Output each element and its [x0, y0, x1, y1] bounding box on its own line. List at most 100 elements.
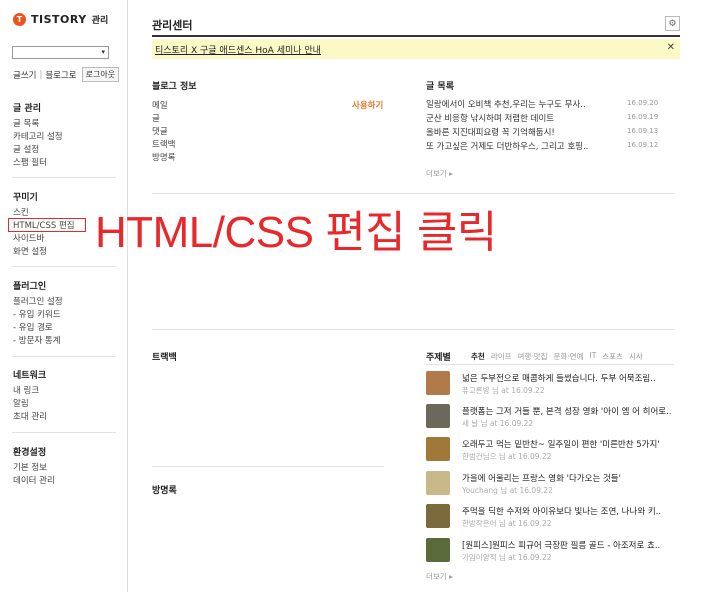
feed-thumbnail[interactable]	[426, 371, 450, 395]
theme-feed-item[interactable]: 주먹을 딕한 수저와 아이유보다 빛나는 조연, 나나와 키.. 한방작은어 님…	[426, 504, 686, 532]
post-title[interactable]: 올바른 지진대피요령 꼭 기억해둡시!	[426, 126, 606, 138]
menu-item-post-settings[interactable]: 글 설정	[13, 144, 123, 157]
feed-meta: 가임이양적 님 at 16.09.22	[462, 553, 552, 562]
post-date: 16.09.13	[627, 127, 659, 135]
menu-item-spam-filter[interactable]: 스팸 필터	[13, 157, 123, 170]
tab-current[interactable]: 시사	[629, 351, 643, 362]
post-item[interactable]: 군산 비응항 낚시하며 저렴한 데이트 16.09.19	[426, 112, 680, 125]
post-title[interactable]: 군산 비응항 낚시하며 저렴한 데이트	[426, 112, 606, 124]
menu-item-invites[interactable]: 초대 관리	[13, 411, 123, 424]
stat-mail: 메일	[152, 101, 168, 111]
header-divider	[152, 35, 680, 37]
menu-title-network: 네트워크	[13, 371, 47, 381]
posts-more-link[interactable]: 더보기 ▸	[426, 168, 453, 179]
theme-feed-item[interactable]: 넓은 두부전으로 매콤하게 들썼습니다. 두부 어묵조림.. 퓨고른방 님 at…	[426, 371, 686, 399]
post-item[interactable]: 또 가고싶은 거제도 더반하우스, 그리고 호핑.. 16.09.12	[426, 140, 680, 153]
write-link[interactable]: 글쓰기	[13, 69, 36, 81]
post-list-title: 글 목록	[426, 82, 454, 92]
post-title[interactable]: 또 가고싶은 거제도 더반하우스, 그리고 호핑..	[426, 140, 606, 152]
feed-meta: 한범건님으 님 at 16.09.22	[462, 452, 552, 461]
close-icon[interactable]: ✕	[667, 42, 675, 53]
theme-feed-item[interactable]: [원피스]원피스 피규어 극장판 필름 골드 - 아조저로 쵸.. 가임이양적 …	[426, 538, 686, 566]
tab-life[interactable]: 라이프	[491, 351, 512, 362]
tab-recommend[interactable]: 추천	[471, 351, 485, 362]
section-divider	[426, 364, 674, 365]
feed-title[interactable]: 플랫폼는 그저 거들 뿐, 본격 성장 영화 '아이 엠 어 히어로..	[462, 405, 684, 417]
menu-item-post-list[interactable]: 글 목록	[13, 118, 123, 131]
post-item[interactable]: 일랑에서이 오비책 추천,우리는 누구도 무사.. 16.09.20	[426, 98, 680, 111]
theme-feed-item[interactable]: 가을에 어울리는 프랑스 영화 '다가오는 것들' Youchang 님 at …	[426, 471, 686, 499]
post-title[interactable]: 일랑에서이 오비책 추천,우리는 누구도 무사..	[426, 98, 606, 110]
menu-item-plugin-settings[interactable]: 플러그인 설정	[13, 296, 123, 309]
feed-thumbnail[interactable]	[426, 504, 450, 528]
highlight-box	[8, 218, 86, 232]
feed-title[interactable]: 넓은 두부전으로 매콤하게 들썼습니다. 두부 어묵조림..	[462, 372, 684, 384]
menu-title-posts: 글 관리	[13, 104, 41, 114]
menu-group-settings: 환경설정 기본 정보 데이터 관리	[13, 445, 123, 488]
link-separator: |	[39, 69, 43, 80]
menu-item-inflow-paths[interactable]: - 유입 경로	[13, 322, 123, 335]
themes-title: 주제별	[426, 353, 451, 363]
gear-icon[interactable]: ⚙	[665, 16, 680, 31]
stat-comments: 댓글	[152, 127, 168, 137]
logout-button[interactable]: 로그아웃	[81, 67, 120, 82]
feed-thumbnail[interactable]	[426, 404, 450, 428]
feed-thumbnail[interactable]	[426, 471, 450, 495]
usage-link[interactable]: 사용하기	[352, 99, 383, 111]
menu-item-inflow-keywords[interactable]: - 유입 키워드	[13, 309, 123, 322]
sidebar: T TISTORY 관리 ▾ 글쓰기 | 블로그로 로그아웃 글 관리 글 목록…	[0, 0, 128, 592]
post-date: 16.09.19	[627, 113, 659, 121]
sidebar-quick-links: 글쓰기 | 블로그로 로그아웃	[13, 67, 120, 82]
menu-item-data-management[interactable]: 데이터 관리	[13, 475, 123, 488]
feed-title[interactable]: 오래두고 먹는 밑반찬~ 일주일이 편한 '미른반찬 5가지'	[462, 438, 684, 450]
menu-item-category[interactable]: 카테고리 설정	[13, 131, 123, 144]
feed-thumbnail[interactable]	[426, 437, 450, 461]
to-blog-link[interactable]: 블로그로	[45, 69, 76, 81]
stat-guestbook: 방명록	[152, 153, 176, 163]
chevron-down-icon: ▾	[101, 48, 105, 56]
feed-meta: 퓨고른방 님 at 16.09.22	[462, 386, 545, 395]
feed-meta: 새 날 님 at 16.09.22	[462, 419, 534, 428]
section-divider	[152, 193, 674, 194]
menu-title-plugins: 플러그인	[13, 282, 47, 292]
logo-subtitle: 관리	[91, 16, 109, 26]
stat-trackbacks: 트랙백	[152, 140, 176, 150]
blog-info-title: 블로그 정보	[152, 82, 197, 92]
tistory-logo-icon: T	[13, 13, 26, 26]
sidebar-divider	[12, 266, 116, 267]
menu-group-posts: 글 관리 글 목록 카테고리 설정 글 설정 스팸 필터	[13, 101, 123, 170]
feed-meta: Youchang 님 at 16.09.22	[462, 486, 553, 495]
guestbook-title: 방명록	[152, 486, 177, 496]
tab-sports[interactable]: 스포츠	[602, 351, 623, 362]
notice-banner[interactable]: 티스토리 X 구글 애드센스 HoA 세미나 안내 ✕	[152, 39, 680, 59]
post-item[interactable]: 올바른 지진대피요령 꼭 기억해둡시! 16.09.13	[426, 126, 680, 139]
feed-title[interactable]: 주먹을 딕한 수저와 아이유보다 빛나는 조연, 나나와 키..	[462, 505, 684, 517]
feed-title[interactable]: [원피스]원피스 피규어 극장판 필름 골드 - 아조저로 쵸..	[462, 539, 684, 551]
menu-item-visitor-stats[interactable]: - 방문자 통계	[13, 335, 123, 348]
feed-meta: 한방작은어 님 at 16.09.22	[462, 519, 552, 528]
menu-group-plugins: 플러그인 플러그인 설정 - 유입 키워드 - 유입 경로 - 방문자 통계	[13, 279, 123, 348]
stat-posts: 글	[152, 114, 160, 124]
tab-travel[interactable]: 여행·맛집	[518, 351, 548, 362]
logo-text: TISTORY	[31, 13, 87, 26]
menu-item-basic-info[interactable]: 기본 정보	[13, 462, 123, 475]
menu-group-network: 네트워크 내 링크 알림 초대 관리	[13, 368, 123, 424]
theme-feed-item[interactable]: 오래두고 먹는 밑반찬~ 일주일이 편한 '미른반찬 5가지' 한범건님으 님 …	[426, 437, 686, 465]
notice-text[interactable]: 티스토리 X 구글 애드센스 HoA 세미나 안내	[155, 43, 321, 56]
themes-more-link[interactable]: 더보기 ▸	[426, 571, 453, 582]
sidebar-divider	[12, 356, 116, 357]
section-divider	[152, 466, 384, 467]
section-divider	[152, 329, 674, 330]
tab-it[interactable]: IT	[589, 351, 596, 362]
feed-title[interactable]: 가을에 어울리는 프랑스 영화 '다가오는 것들'	[462, 472, 684, 484]
sidebar-divider	[12, 177, 116, 178]
feed-thumbnail[interactable]	[426, 538, 450, 562]
blog-select[interactable]: ▾	[12, 46, 109, 59]
theme-feed-item[interactable]: 플랫폼는 그저 거들 뿐, 본격 성장 영화 '아이 엠 어 히어로.. 새 날…	[426, 404, 686, 432]
tab-culture[interactable]: 문화·연예	[554, 351, 584, 362]
tistory-logo[interactable]: T TISTORY 관리	[13, 13, 108, 26]
menu-item-my-links[interactable]: 내 링크	[13, 385, 123, 398]
menu-item-notifications[interactable]: 알림	[13, 398, 123, 411]
post-date: 16.09.20	[627, 99, 659, 107]
page-title: 관리센터	[152, 19, 193, 32]
